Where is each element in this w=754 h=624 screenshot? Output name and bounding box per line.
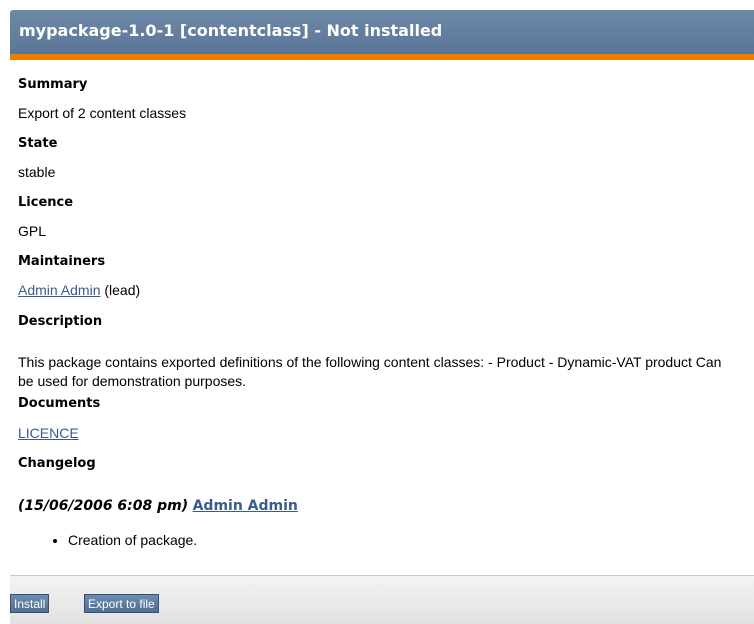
maintainer-link[interactable]: Admin Admin bbox=[18, 282, 100, 298]
export-to-file-button[interactable]: Export to file bbox=[84, 594, 159, 613]
package-header: mypackage-1.0-1 [contentclass] - Not ins… bbox=[10, 10, 754, 54]
licence-value: GPL bbox=[18, 223, 47, 239]
maintainers-label: Maintainers bbox=[18, 254, 106, 269]
licence-label: Licence bbox=[18, 195, 74, 210]
maintainer-entry: Admin Admin (lead) bbox=[18, 282, 140, 298]
changelog-entry-header: (15/06/2006 6:08 pm) Admin Admin bbox=[18, 498, 298, 514]
install-button[interactable]: Install bbox=[10, 594, 50, 613]
description-text: This package contains exported definitio… bbox=[18, 354, 722, 389]
summary-value: Export of 2 content classes bbox=[18, 105, 187, 121]
document-link-licence[interactable]: LICENCE bbox=[18, 425, 79, 441]
changelog-item: Creation of package. bbox=[68, 532, 197, 548]
changelog-date: (15/06/2006 6:08 pm) bbox=[18, 498, 189, 514]
package-title: mypackage-1.0-1 [contentclass] - Not ins… bbox=[19, 21, 443, 40]
package-window: mypackage-1.0-1 [contentclass] - Not ins… bbox=[10, 10, 754, 624]
summary-label: Summary bbox=[18, 77, 88, 92]
state-label: State bbox=[18, 136, 58, 151]
state-value: stable bbox=[18, 164, 56, 180]
action-bar: Install Export to file bbox=[10, 575, 754, 624]
documents-label: Documents bbox=[18, 396, 101, 411]
description-label: Description bbox=[18, 314, 103, 329]
maintainer-role: (lead) bbox=[104, 282, 141, 298]
changelog-list: Creation of package. bbox=[10, 532, 197, 548]
document-entry: LICENCE bbox=[18, 425, 79, 441]
changelog-author-link[interactable]: Admin Admin bbox=[193, 498, 298, 514]
changelog-label: Changelog bbox=[18, 456, 96, 471]
package-details: Summary Export of 2 content classes Stat… bbox=[10, 60, 754, 578]
